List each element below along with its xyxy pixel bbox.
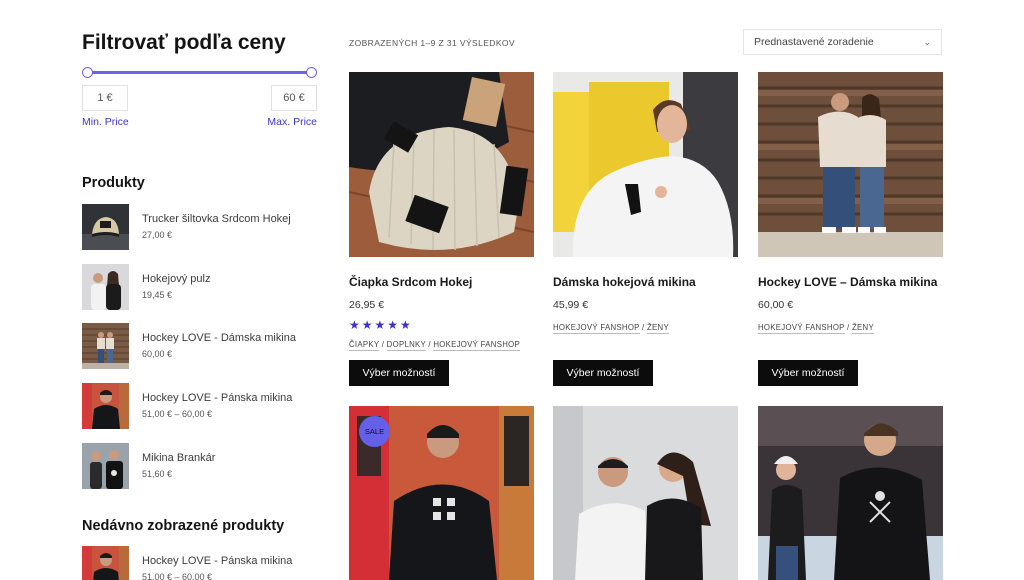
product-image[interactable] xyxy=(758,72,943,257)
product-image[interactable] xyxy=(553,406,738,580)
max-price-handle[interactable] xyxy=(306,67,317,78)
products-widget-title: Produkty xyxy=(82,175,145,191)
select-options-button[interactable]: Výber možností xyxy=(758,360,858,386)
sort-selected-value: Prednastavené zoradenie xyxy=(754,36,874,48)
price-filter-title: Filtrovať podľa ceny xyxy=(82,31,286,54)
category-link[interactable]: ČIAPKY xyxy=(349,340,380,351)
product-categories: HOKEJOVÝ FANSHOP / ŽENY xyxy=(553,323,669,334)
price-range-track xyxy=(86,71,313,74)
category-link[interactable]: ŽENY xyxy=(851,323,874,334)
product-thumbnail[interactable] xyxy=(82,264,129,310)
recent-products-widget-title: Nedávno zobrazené produkty xyxy=(82,518,285,534)
sale-badge: SALE xyxy=(359,416,390,447)
product-image[interactable]: SALE xyxy=(349,406,534,580)
product-price: 60,00 € xyxy=(758,299,794,311)
sidebar-product-item[interactable]: Trucker šiltovka Srdcom Hokej 27,00 € xyxy=(82,204,317,250)
sidebar-product-name[interactable]: Trucker šiltovka Srdcom Hokej xyxy=(142,213,291,225)
sidebar-product-item[interactable]: Hockey LOVE - Dámska mikina 60,00 € xyxy=(82,323,317,369)
sidebar-product-price: 27,00 € xyxy=(142,230,173,240)
sidebar-product-item[interactable]: Mikina Brankár 51,60 € xyxy=(82,443,317,489)
category-link[interactable]: HOKEJOVÝ FANSHOP xyxy=(758,323,845,334)
product-price: 45,99 € xyxy=(553,299,589,311)
sidebar-product-price: 19,45 € xyxy=(142,290,173,300)
sidebar-product-name[interactable]: Hokejový pulz xyxy=(142,273,210,285)
product-image[interactable] xyxy=(349,72,534,257)
category-link[interactable]: DOPLNKY xyxy=(386,340,426,351)
sidebar-product-price: 51,60 € xyxy=(142,469,173,479)
category-link[interactable]: HOKEJOVÝ FANSHOP xyxy=(553,323,640,334)
max-price-label: Max. Price xyxy=(267,116,317,128)
min-price-field[interactable]: 1 € xyxy=(82,85,128,111)
sidebar-product-price: 51,00 € – 60,00 € xyxy=(142,409,213,419)
recent-product-item[interactable]: Hockey LOVE - Pánska mikina 51,00 € – 60… xyxy=(82,546,317,580)
product-thumbnail[interactable] xyxy=(82,546,129,580)
product-categories: ČIAPKY / DOPLNKY / HOKEJOVÝ FANSHOP xyxy=(349,340,520,351)
recent-product-price: 51,00 € – 60,00 € xyxy=(142,572,213,580)
category-link[interactable]: HOKEJOVÝ FANSHOP xyxy=(433,340,520,351)
sort-dropdown[interactable]: Prednastavené zoradenie ⌄ xyxy=(743,29,942,55)
price-range-slider[interactable] xyxy=(82,66,317,78)
product-thumbnail[interactable] xyxy=(82,323,129,369)
product-image[interactable] xyxy=(758,406,943,580)
sidebar-product-item[interactable]: Hokejový pulz 19,45 € xyxy=(82,264,317,310)
result-count: ZOBRAZENÝCH 1–9 Z 31 VÝSLEDKOV xyxy=(349,38,515,48)
category-link[interactable]: ŽENY xyxy=(646,323,669,334)
rating-stars: ★★★★★ xyxy=(349,318,413,332)
product-image[interactable] xyxy=(553,72,738,257)
sidebar-product-price: 60,00 € xyxy=(142,349,173,359)
product-title[interactable]: Dámska hokejová mikina xyxy=(553,275,696,289)
sidebar-product-name[interactable]: Mikina Brankár xyxy=(142,452,215,464)
product-title[interactable]: Čiapka Srdcom Hokej xyxy=(349,275,472,289)
min-price-handle[interactable] xyxy=(82,67,93,78)
min-price-label: Min. Price xyxy=(82,116,129,128)
product-categories: HOKEJOVÝ FANSHOP / ŽENY xyxy=(758,323,874,334)
max-price-field[interactable]: 60 € xyxy=(271,85,317,111)
product-thumbnail[interactable] xyxy=(82,443,129,489)
recent-product-name[interactable]: Hockey LOVE - Pánska mikina xyxy=(142,555,292,567)
select-options-button[interactable]: Výber možností xyxy=(553,360,653,386)
product-thumbnail[interactable] xyxy=(82,383,129,429)
chevron-down-icon: ⌄ xyxy=(923,36,931,47)
product-price: 26,95 € xyxy=(349,299,385,311)
sidebar-product-item[interactable]: Hockey LOVE - Pánska mikina 51,00 € – 60… xyxy=(82,383,317,429)
product-thumbnail[interactable] xyxy=(82,204,129,250)
sidebar-product-name[interactable]: Hockey LOVE - Dámska mikina xyxy=(142,332,296,344)
sidebar-product-name[interactable]: Hockey LOVE - Pánska mikina xyxy=(142,392,292,404)
product-title[interactable]: Hockey LOVE – Dámska mikina xyxy=(758,275,937,289)
select-options-button[interactable]: Výber možností xyxy=(349,360,449,386)
